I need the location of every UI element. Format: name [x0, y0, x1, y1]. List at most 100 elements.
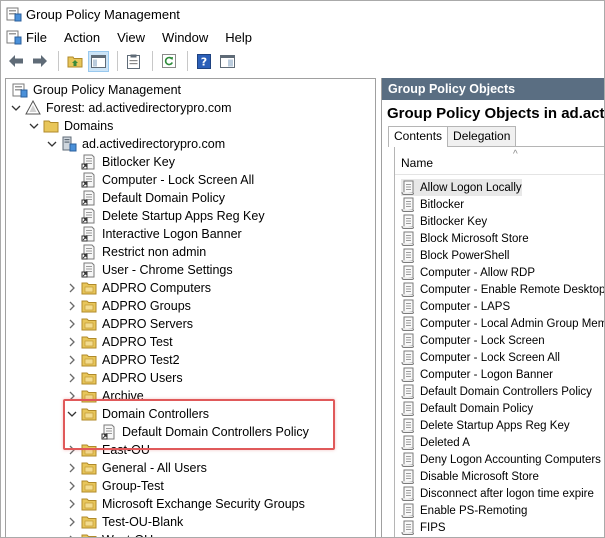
tree-item-gpo-link[interactable]: Delete Startup Apps Reg Key	[66, 207, 265, 225]
console-button[interactable]	[217, 51, 238, 72]
chevron-down-icon[interactable]	[29, 121, 39, 131]
tab-contents[interactable]: Contents	[388, 126, 449, 147]
tree-item-ou[interactable]: ADPRO Computers	[66, 279, 211, 297]
tree-item-ou[interactable]: Test-OU-Blank	[66, 513, 183, 531]
tree-item-gpo-link[interactable]: Bitlocker Key	[66, 153, 175, 171]
expander[interactable]	[66, 516, 78, 528]
expander[interactable]	[66, 462, 78, 474]
gpo-list-item[interactable]: Computer - Enable Remote Desktop.	[401, 281, 604, 298]
chevron-right-icon[interactable]	[67, 337, 77, 347]
expander[interactable]	[10, 102, 22, 114]
gpo-item-icon	[401, 367, 415, 382]
refresh-button[interactable]	[158, 51, 179, 72]
expander[interactable]	[66, 534, 78, 537]
expander[interactable]	[66, 336, 78, 348]
tab-delegation[interactable]: Delegation	[447, 126, 517, 146]
expander[interactable]	[66, 282, 78, 294]
tree-item-gpo-link[interactable]: Interactive Logon Banner	[66, 225, 242, 243]
tree-item-gpo-link[interactable]: Restrict non admin	[66, 243, 206, 261]
expander[interactable]	[66, 300, 78, 312]
ou-folder-icon	[81, 462, 97, 475]
console-menu-icon[interactable]	[6, 29, 22, 45]
gpo-list-item[interactable]: Enable PS-Remoting	[401, 502, 527, 519]
show-hide-console-tree-button[interactable]	[88, 50, 109, 72]
tree-item-ou[interactable]: Group-Test	[66, 477, 164, 495]
tree-item-gpo-link[interactable]: User - Chrome Settings	[66, 261, 233, 279]
tree-item-ou[interactable]: Microsoft Exchange Security Groups	[66, 495, 305, 513]
gpo-list-item[interactable]: Disable Microsoft Store	[401, 468, 539, 485]
properties-button[interactable]	[123, 51, 144, 72]
tree-item-domain[interactable]: ad.activedirectorypro.com	[46, 135, 225, 153]
gpo-list-item[interactable]: Allow Logon Locally	[401, 179, 522, 196]
chevron-right-icon[interactable]	[67, 481, 77, 491]
chevron-right-icon[interactable]	[67, 517, 77, 527]
gpo-list-item[interactable]: Computer - Allow RDP	[401, 264, 535, 281]
chevron-down-icon[interactable]	[47, 139, 57, 149]
chevron-right-icon[interactable]	[67, 499, 77, 509]
expander[interactable]	[66, 480, 78, 492]
gpo-list-item[interactable]: Default Domain Controllers Policy	[401, 383, 592, 400]
tree-item-ou[interactable]: ADPRO Servers	[66, 315, 193, 333]
column-header-name[interactable]: ^ Name	[395, 147, 604, 175]
help-button[interactable]: ?	[193, 51, 214, 72]
menu-view[interactable]: View	[117, 30, 145, 45]
gpo-list-item[interactable]: Deleted A	[401, 434, 470, 451]
chevron-down-icon[interactable]	[11, 103, 21, 113]
tree-item-ou[interactable]: General - All Users	[66, 459, 207, 477]
menu-window[interactable]: Window	[162, 30, 208, 45]
toolbar-separator	[58, 51, 59, 71]
gpo-list-item[interactable]: Computer - Logon Banner	[401, 366, 553, 383]
gpo-list-item[interactable]: Computer - LAPS	[401, 298, 510, 315]
forward-button[interactable]	[29, 51, 50, 72]
expander[interactable]	[28, 120, 40, 132]
gpo-list-item[interactable]: FIPS	[401, 519, 446, 536]
tree-item-label: ADPRO Groups	[102, 299, 191, 313]
gpo-list-item[interactable]: Delete Startup Apps Reg Key	[401, 417, 570, 434]
gpo-list-item[interactable]: Block PowerShell	[401, 247, 509, 264]
tree-item-ou[interactable]: ADPRO Test	[66, 333, 173, 351]
console-tree[interactable]: Group Policy Management Forest: ad.active…	[5, 78, 376, 537]
gpo-list-item[interactable]: Bitlocker Key	[401, 213, 487, 230]
gpo-list-item[interactable]: Block Microsoft Store	[401, 230, 529, 247]
gpo-list[interactable]: ^ Name Allow Logon Locally Bitlocker Bitlo…	[394, 146, 604, 537]
chevron-right-icon[interactable]	[67, 355, 77, 365]
expander[interactable]	[66, 498, 78, 510]
chevron-right-icon[interactable]	[67, 463, 77, 473]
expander[interactable]	[66, 372, 78, 384]
tree-item-icon	[81, 334, 97, 350]
gpo-list-item[interactable]: Computer - Lock Screen	[401, 332, 545, 349]
tree-item-icon	[81, 478, 97, 494]
tree-item-ou[interactable]: ADPRO Test2	[66, 351, 180, 369]
chevron-right-icon[interactable]	[67, 301, 77, 311]
gpo-scroll-icon	[401, 469, 414, 484]
menu-help[interactable]: Help	[225, 30, 252, 45]
menu-file[interactable]: File	[26, 30, 47, 45]
menu-action[interactable]: Action	[64, 30, 100, 45]
chevron-right-icon[interactable]	[67, 283, 77, 293]
chevron-right-icon[interactable]	[67, 373, 77, 383]
back-button[interactable]	[5, 51, 26, 72]
tree-item-ou[interactable]: West-OU	[66, 531, 153, 537]
tree-item-gpo-link[interactable]: Computer - Lock Screen All	[66, 171, 254, 189]
gpo-item-label: Default Domain Policy	[420, 402, 534, 415]
tree-item-gpo-link[interactable]: Default Domain Policy	[66, 189, 225, 207]
expander[interactable]	[66, 354, 78, 366]
expander[interactable]	[66, 318, 78, 330]
tree-item-domains[interactable]: Domains	[28, 117, 113, 135]
expander[interactable]	[46, 138, 58, 150]
tree-item-label: ADPRO Computers	[102, 281, 212, 295]
tree-item-label: Group Policy Management	[33, 83, 181, 97]
tree-item-ou[interactable]: ADPRO Users	[66, 369, 183, 387]
tree-item-forest[interactable]: Forest: ad.activedirectorypro.com	[10, 99, 232, 117]
up-one-level-button[interactable]	[64, 51, 85, 72]
gpo-list-item[interactable]: Default Domain Policy	[401, 400, 533, 417]
gpo-list-item[interactable]: Computer - Local Admin Group Member	[401, 315, 604, 332]
tree-item-ou[interactable]: ADPRO Groups	[66, 297, 191, 315]
chevron-right-icon[interactable]	[67, 319, 77, 329]
gpo-list-item[interactable]: Bitlocker	[401, 196, 464, 213]
gpo-item-icon	[401, 316, 415, 331]
gpo-list-item[interactable]: Deny Logon Accounting Computers	[401, 451, 601, 468]
tree-item-root[interactable]: Group Policy Management	[12, 81, 181, 99]
gpo-list-item[interactable]: Disconnect after logon time expire	[401, 485, 594, 502]
gpo-list-item[interactable]: Computer - Lock Screen All	[401, 349, 560, 366]
